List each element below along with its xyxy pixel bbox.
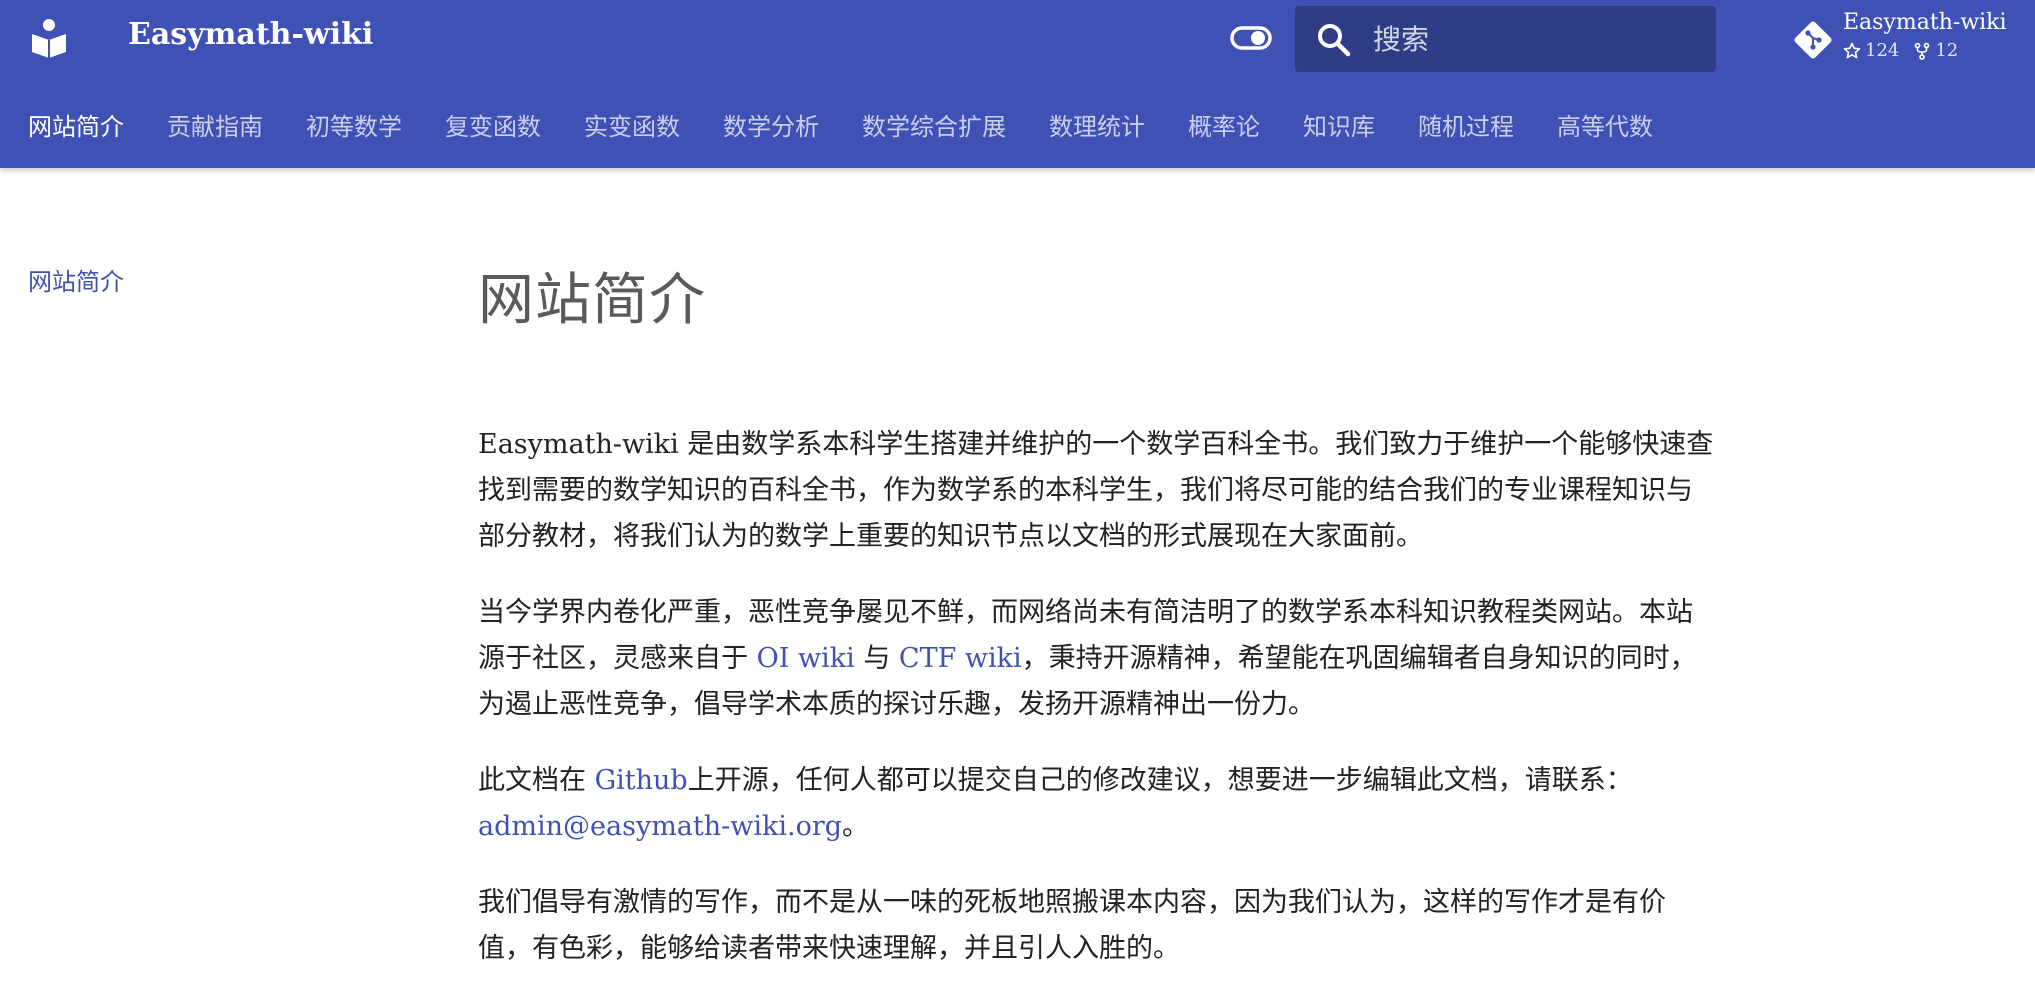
- writing-philosophy-paragraph: 我们倡导有激情的写作，而不是从一味的死板地照搬课本内容，因为我们认为，这样的写作…: [478, 887, 1666, 964]
- tab-stochastic-processes[interactable]: 随机过程: [1418, 107, 1514, 142]
- tab-real-functions[interactable]: 实变函数: [584, 107, 680, 142]
- oi-wiki-link[interactable]: OI wiki: [757, 643, 855, 674]
- site-header: Easymath-wiki Easymath-wiki: [0, 0, 2035, 168]
- tab-advanced-algebra[interactable]: 高等代数: [1557, 107, 1653, 142]
- book-reader-icon[interactable]: [30, 18, 68, 58]
- intro-paragraph: Easymath-wiki 是由数学系本科学生搭建并维护的一个数学百科全书。我们…: [478, 429, 1714, 552]
- tab-complex-functions[interactable]: 复变函数: [445, 107, 541, 142]
- sidebar-item-intro[interactable]: 网站简介: [28, 268, 124, 296]
- ctf-wiki-link[interactable]: CTF wiki: [899, 643, 1022, 674]
- page-title: 网站简介: [478, 268, 706, 333]
- open-source-text-middle: 上开源，任何人都可以提交自己的修改建议，想要进一步编辑此文档，请联系：: [687, 765, 1633, 796]
- background-paragraph: 当今学界内卷化严重，恶性竞争屡见不鲜，而网络尚未有简洁明了的数学系本科知识教程类…: [478, 590, 1718, 728]
- star-icon: [1843, 42, 1861, 58]
- sidebar: 网站简介: [28, 262, 328, 297]
- top-bar: Easymath-wiki Easymath-wiki: [0, 0, 2035, 76]
- background-text-middle: 与: [854, 643, 899, 674]
- open-source-text-start: 此文档在: [478, 765, 595, 796]
- tab-elementary-math[interactable]: 初等数学: [306, 107, 402, 142]
- repo-name: Easymath-wiki: [1843, 10, 2007, 35]
- open-source-paragraph: 此文档在 Github上开源，任何人都可以提交自己的修改建议，想要进一步编辑此文…: [478, 758, 1718, 850]
- repo-stars: 124: [1843, 40, 1899, 61]
- github-link[interactable]: Github: [595, 765, 688, 796]
- forks-count: 12: [1935, 40, 1959, 61]
- repo-forks: 12: [1913, 40, 1958, 61]
- stars-count: 124: [1865, 40, 1900, 61]
- main-content: 网站简介 Easymath-wiki 是由数学系本科学生搭建并维护的一个数学百科…: [478, 255, 1718, 1002]
- tab-intro[interactable]: 网站简介: [28, 107, 124, 142]
- fork-icon: [1915, 42, 1930, 60]
- tab-math-statistics[interactable]: 数理统计: [1049, 107, 1145, 142]
- tab-math-extensions[interactable]: 数学综合扩展: [862, 107, 1006, 142]
- tabs-nav: 网站简介 贡献指南 初等数学 复变函数 实变函数 数学分析 数学综合扩展 数理统…: [0, 96, 2035, 152]
- tab-math-analysis[interactable]: 数学分析: [723, 107, 819, 142]
- tab-knowledge-base[interactable]: 知识库: [1303, 107, 1375, 142]
- git-icon: [1794, 21, 1832, 59]
- contact-email-link[interactable]: admin@easymath-wiki.org: [478, 811, 842, 842]
- search-box[interactable]: [1295, 6, 1716, 72]
- tab-probability[interactable]: 概率论: [1188, 107, 1260, 142]
- toggle-theme-icon[interactable]: [1230, 24, 1272, 52]
- search-input[interactable]: [1373, 6, 1703, 72]
- open-source-text-end: 。: [842, 811, 870, 842]
- repo-facts: 124 12: [1843, 40, 1972, 61]
- search-icon[interactable]: [1317, 23, 1351, 57]
- repo-link[interactable]: Easymath-wiki 124 12: [1788, 8, 2028, 72]
- tab-contribute[interactable]: 贡献指南: [167, 107, 263, 142]
- site-title[interactable]: Easymath-wiki: [128, 17, 373, 52]
